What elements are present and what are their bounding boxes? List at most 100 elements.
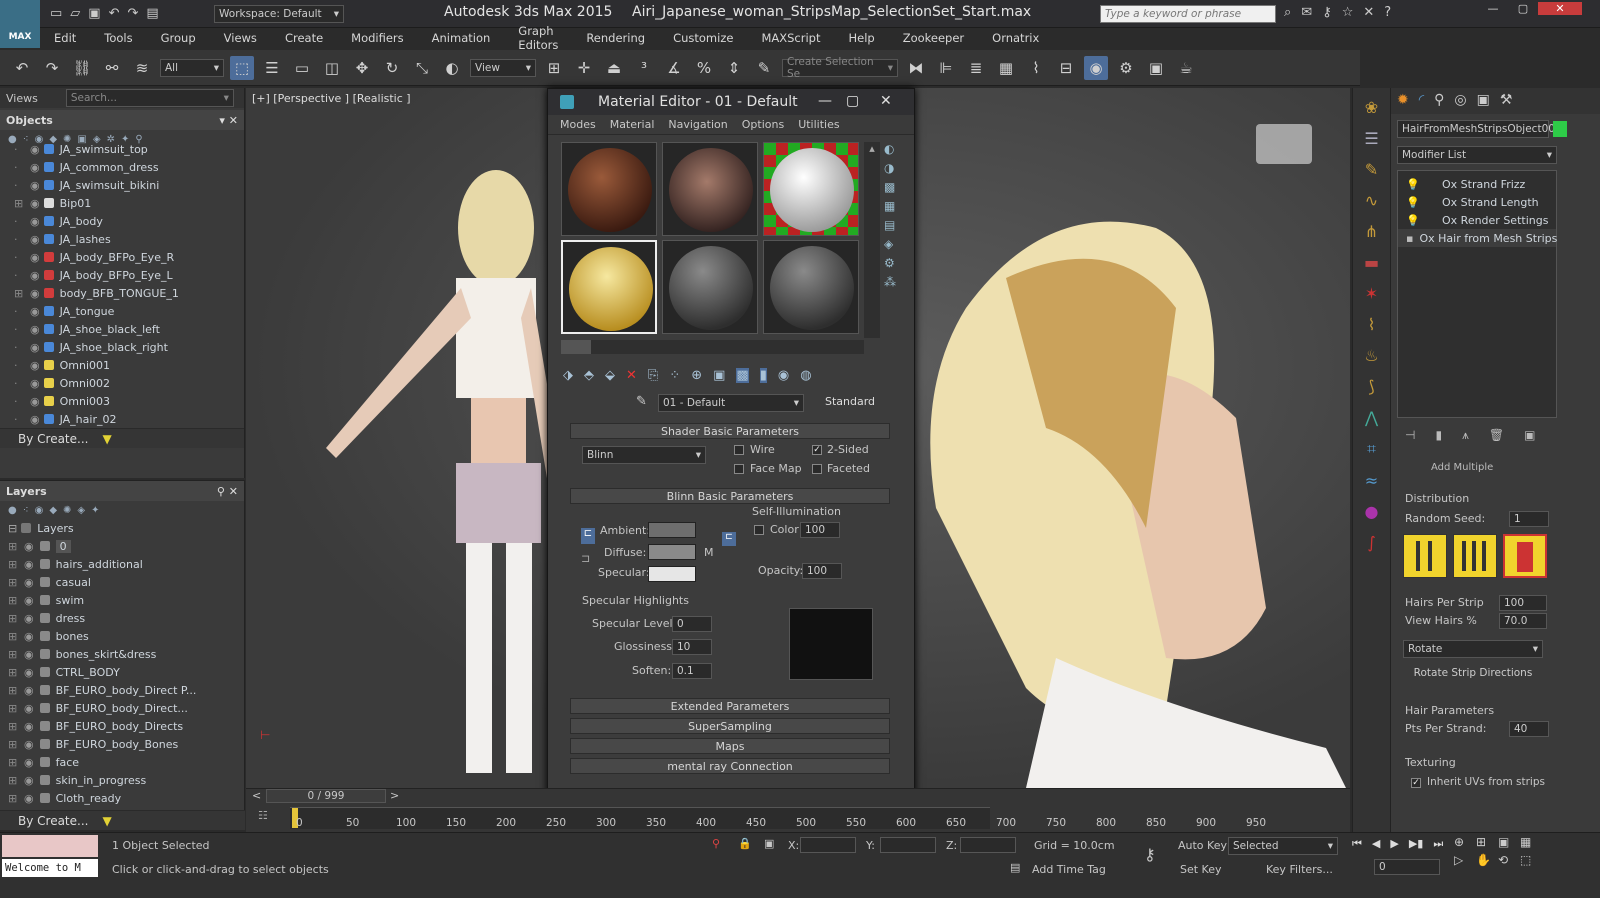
brush-icon[interactable]: ✎ xyxy=(1365,160,1378,179)
select-manipulate-icon[interactable]: ◐ xyxy=(440,56,464,80)
object-row[interactable]: · ◉ JA_lashes xyxy=(14,230,244,248)
rotate-strip-directions-button[interactable]: Rotate Strip Directions xyxy=(1403,664,1543,682)
display-none-icon[interactable]: ● xyxy=(8,505,17,516)
play-icon[interactable]: ▶ xyxy=(1390,837,1398,851)
object-row[interactable]: ⊞ ◉ body_BFB_TONGUE_1 xyxy=(14,284,244,302)
clump-icon[interactable]: ⌇ xyxy=(1368,315,1376,334)
light-filter-icon[interactable]: ✺ xyxy=(63,505,71,516)
video-color-check-icon[interactable]: ▤ xyxy=(884,218,896,232)
rendered-frame-icon[interactable]: ▣ xyxy=(1144,56,1168,80)
mini-curve-editor-icon[interactable]: ☷ xyxy=(258,809,268,822)
layer-explorer-footer[interactable]: By Create... ▼ xyxy=(0,810,245,830)
put-to-scene-icon[interactable]: ⬘ xyxy=(584,368,594,383)
visibility-eye-icon[interactable]: ◉ xyxy=(24,792,34,805)
object-row[interactable]: · ◉ JA_tongue xyxy=(14,302,244,320)
menu-zookeeper[interactable]: Zookeeper xyxy=(889,31,978,45)
search-field[interactable]: Type a keyword or phrase xyxy=(1100,5,1276,23)
binoculars-icon[interactable]: ⌕ xyxy=(1284,5,1291,20)
schematic-view-icon[interactable]: ⊟ xyxy=(1054,56,1078,80)
scene-explorer-footer[interactable]: By Create... ▼ xyxy=(0,428,244,448)
expand-icon[interactable]: ⊞ xyxy=(8,774,20,787)
visibility-eye-icon[interactable]: ◉ xyxy=(24,756,34,769)
extended-parameters-rollout[interactable]: Extended Parameters xyxy=(570,698,890,714)
edit-named-selection-icon[interactable]: ✎ xyxy=(752,56,776,80)
menu-group[interactable]: Group xyxy=(147,31,210,45)
specular-level-field[interactable]: 0 xyxy=(672,616,712,632)
hierarchy-tab-icon[interactable]: ⚲ xyxy=(1434,92,1444,110)
expand-icon[interactable]: · xyxy=(14,269,24,282)
key-icon[interactable]: ⚷ xyxy=(1322,5,1332,20)
menu-modifiers[interactable]: Modifiers xyxy=(337,31,418,45)
star-icon[interactable]: ☆ xyxy=(1342,5,1354,20)
expand-icon[interactable]: ⊞ xyxy=(14,197,24,210)
percent-snap-icon[interactable]: % xyxy=(692,56,716,80)
helper-filter-icon[interactable]: ◈ xyxy=(77,505,85,516)
unlink-icon[interactable]: ⚯ xyxy=(100,56,124,80)
visibility-eye-icon[interactable]: ◉ xyxy=(30,323,40,336)
visibility-eye-icon[interactable]: ◉ xyxy=(24,558,34,571)
render-production-icon[interactable]: ☕ xyxy=(1174,56,1198,80)
layers-header[interactable]: Layers ⚲ ✕ xyxy=(0,481,244,501)
self-illum-value-field[interactable]: 100 xyxy=(800,522,840,538)
visibility-eye-icon[interactable]: ◉ xyxy=(24,702,34,715)
exchange-icon[interactable]: ✕ xyxy=(1363,5,1374,20)
absolute-mode-icon[interactable]: ▣ xyxy=(764,837,774,850)
visibility-eye-icon[interactable]: ◉ xyxy=(30,197,40,210)
zoom-icon[interactable]: ⊕ xyxy=(1454,835,1476,849)
wire-checkbox[interactable] xyxy=(734,445,744,455)
next-key-icon[interactable]: ▶▮ xyxy=(1409,837,1424,851)
window-crossing-icon[interactable]: ◫ xyxy=(320,56,344,80)
layer-row[interactable]: ⊞ ◉ skin_in_progress xyxy=(8,771,244,789)
surface-icon[interactable]: ⋀ xyxy=(1365,408,1378,427)
curve-editor-icon[interactable]: ⌇ xyxy=(1024,56,1048,80)
sample-slot-2[interactable] xyxy=(662,142,758,236)
select-by-name-icon[interactable]: ☰ xyxy=(260,56,284,80)
slot-scrollbar-vertical[interactable]: ▴ xyxy=(864,142,880,338)
close-button[interactable]: ✕ xyxy=(1538,2,1582,15)
visibility-eye-icon[interactable]: ◉ xyxy=(24,630,34,643)
rotate-icon[interactable]: ↻ xyxy=(380,56,404,80)
soften-field[interactable]: 0.1 xyxy=(672,663,712,679)
viewcube[interactable] xyxy=(1256,124,1312,164)
utilities-tab-icon[interactable]: ⚒ xyxy=(1500,92,1513,110)
modifier-ox-strand-frizz[interactable]: 💡 Ox Strand Frizz xyxy=(1398,175,1556,193)
visibility-eye-icon[interactable]: ◉ xyxy=(24,576,34,589)
sample-slot-3[interactable] xyxy=(763,142,859,236)
visibility-eye-icon[interactable]: ◉ xyxy=(30,251,40,264)
layer-row[interactable]: ⊞ ◉ 0 xyxy=(8,537,244,555)
expand-icon[interactable]: ⊞ xyxy=(8,684,20,697)
pin-stack-icon[interactable]: ⊣ xyxy=(1405,428,1415,443)
zoom-extents-icon[interactable]: ▣ xyxy=(1498,835,1520,849)
show-shaded-map-icon[interactable]: ▩ xyxy=(736,368,749,383)
mated-menu-navigation[interactable]: Navigation xyxy=(668,118,727,131)
render-setup-icon[interactable]: ⚙ xyxy=(1114,56,1138,80)
show-end-result-icon[interactable]: ▮ xyxy=(759,368,767,383)
ambient-color-swatch[interactable] xyxy=(648,522,696,538)
track-bar[interactable] xyxy=(290,807,990,829)
guide-icon[interactable]: ⟆ xyxy=(1368,377,1374,396)
ambient-diffuse-lock-button[interactable]: ⊏ xyxy=(722,532,736,546)
make-copy-icon[interactable]: ⎘ xyxy=(648,368,658,383)
object-row[interactable]: ⊞ ◉ Bip01 xyxy=(14,194,244,212)
add-multiple-button[interactable]: Add Multiple xyxy=(1431,462,1493,473)
visibility-eye-icon[interactable]: ◉ xyxy=(30,161,40,174)
filter-funnel-icon[interactable]: ▼ xyxy=(102,432,111,446)
face-map-checkbox[interactable] xyxy=(734,464,744,474)
strip-distribution-even-button[interactable] xyxy=(1453,534,1497,578)
menu-edit[interactable]: Edit xyxy=(40,31,90,45)
expand-icon[interactable]: · xyxy=(14,413,24,426)
expand-icon[interactable]: ⊞ xyxy=(8,576,20,589)
expand-icon[interactable]: ⊞ xyxy=(8,702,20,715)
expand-icon[interactable]: ⊞ xyxy=(8,792,20,805)
menu-maxscript[interactable]: MAXScript xyxy=(747,31,834,45)
expand-icon[interactable]: ⊞ xyxy=(8,666,20,679)
go-to-parent-icon[interactable]: ◉ xyxy=(778,368,789,383)
link-icon[interactable]: ⛓ xyxy=(70,56,94,80)
undo-icon[interactable]: ↶ xyxy=(109,6,120,21)
go-to-end-icon[interactable]: ⏭ xyxy=(1433,837,1443,851)
expand-icon[interactable]: · xyxy=(14,179,24,192)
layer-row[interactable]: ⊞ ◉ BF_EURO_body_Bones xyxy=(8,735,244,753)
expand-icon[interactable]: ⊞ xyxy=(8,540,20,553)
modify-tab-icon[interactable]: ◜ xyxy=(1419,92,1424,110)
expand-icon[interactable]: · xyxy=(14,395,24,408)
